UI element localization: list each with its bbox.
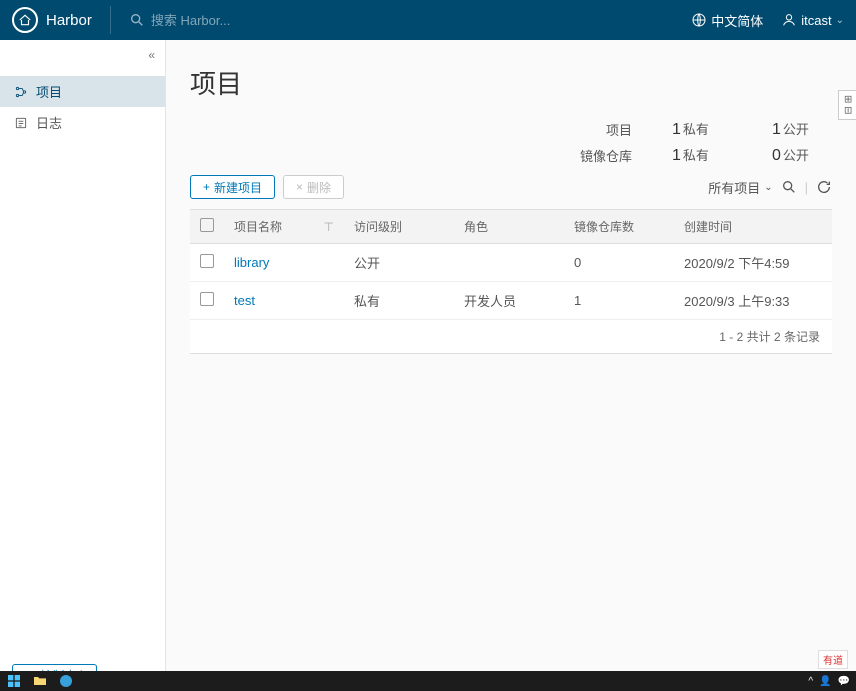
plus-icon: + [203,180,210,194]
user-menu[interactable]: itcast ⌄ [781,12,844,28]
chevron-down-icon: ⌄ [836,15,844,26]
cell-created: 2020/9/2 下午4:59 [674,244,832,282]
user-icon [781,12,797,28]
stat-type: 公开 [783,119,809,138]
logs-icon [14,116,28,130]
stats-panel: 项目 1私有 1公开 镜像仓库 1私有 0公开 [190,119,832,165]
sidebar-item-projects[interactable]: 项目 [0,76,165,107]
stat-type: 私有 [683,119,709,138]
logo[interactable]: Harbor [12,7,92,33]
stat-count: 1 [672,147,681,165]
button-label: 新建项目 [214,179,262,196]
projects-icon [14,85,28,99]
page-title: 项目 [190,64,832,101]
start-icon[interactable] [6,673,22,689]
delete-button[interactable]: × 删除 [283,175,344,199]
search-box[interactable] [129,12,691,28]
edge-icon[interactable] [58,673,74,689]
new-project-button[interactable]: + 新建项目 [190,175,275,199]
project-link[interactable]: test [234,293,255,308]
explorer-icon[interactable] [32,673,48,689]
language-label: 中文简体 [711,11,763,30]
row-checkbox[interactable] [200,254,214,268]
table-footer: 1 - 2 共计 2 条记录 [190,320,832,354]
username: itcast [801,13,831,28]
collapse-sidebar-button[interactable]: « [148,48,155,62]
content-area: 项目 项目 1私有 1公开 镜像仓库 1私有 0公开 + 新建项目 [166,40,856,671]
sidebar-item-label: 项目 [36,82,62,101]
col-name[interactable]: 项目名称 [234,218,282,235]
col-role[interactable]: 角色 [454,210,564,244]
header-right: 中文简体 itcast ⌄ [691,11,844,30]
harbor-logo-icon [12,7,38,33]
project-link[interactable]: library [234,255,269,270]
filter-label: 所有项目 [708,178,760,197]
tray-user-icon[interactable]: 👤 [819,676,831,687]
divider [110,6,111,34]
cell-role [454,244,564,282]
chevron-down-icon: ⌄ [764,182,772,193]
search-toolbar-icon[interactable] [781,179,797,195]
table-row[interactable]: test 私有 开发人员 1 2020/9/3 上午9:33 [190,282,832,320]
stats-row-repos: 镜像仓库 1私有 0公开 [580,145,832,165]
stat-type: 私有 [683,145,709,164]
taskbar: ^ 👤 💬 [0,671,856,691]
tray-chevron-icon[interactable]: ^ [808,676,813,687]
refresh-icon[interactable] [816,179,832,195]
filter-icon[interactable]: ⊤ [324,220,334,234]
side-widget[interactable]: ⊞ ⊟ [838,90,856,120]
cell-access: 公开 [344,244,454,282]
sidebar: « 项目 日志 [0,40,166,671]
cell-access: 私有 [344,282,454,320]
search-input[interactable] [151,13,351,28]
stat-count: 1 [772,121,781,139]
header-bar: Harbor 中文简体 itcast ⌄ [0,0,856,40]
tray[interactable]: ^ 👤 💬 [808,676,850,687]
language-switcher[interactable]: 中文简体 [691,11,763,30]
stat-type: 公开 [783,145,809,164]
youdao-badge[interactable]: 有道 [818,650,848,669]
x-icon: × [296,180,303,194]
brand-text: Harbor [46,12,92,29]
stat-label: 项目 [606,120,632,139]
stat-count: 0 [772,147,781,165]
divider: | [805,180,808,195]
cell-created: 2020/9/3 上午9:33 [674,282,832,320]
search-icon [129,12,145,28]
button-label: 删除 [307,179,331,196]
cell-role: 开发人员 [454,282,564,320]
tray-notification-icon[interactable]: 💬 [838,676,850,687]
col-repos[interactable]: 镜像仓库数 [564,210,674,244]
nav-list: 项目 日志 [0,76,165,138]
projects-table: 项目名称 ⊤ 访问级别 角色 镜像仓库数 创建时间 library 公开 0 20… [190,209,832,320]
stat-count: 1 [672,121,681,139]
project-filter-select[interactable]: 所有项目 ⌄ [708,178,772,197]
globe-icon [691,12,707,28]
col-created[interactable]: 创建时间 [674,210,832,244]
select-all-checkbox[interactable] [200,218,214,232]
cell-repos: 1 [564,282,674,320]
sidebar-item-label: 日志 [36,113,62,132]
table-row[interactable]: library 公开 0 2020/9/2 下午4:59 [190,244,832,282]
row-checkbox[interactable] [200,292,214,306]
sidebar-item-logs[interactable]: 日志 [0,107,165,138]
stats-row-projects: 项目 1私有 1公开 [606,119,832,139]
toolbar: + 新建项目 × 删除 所有项目 ⌄ | [190,175,832,199]
stat-label: 镜像仓库 [580,146,632,165]
cell-repos: 0 [564,244,674,282]
col-access[interactable]: 访问级别 [344,210,454,244]
